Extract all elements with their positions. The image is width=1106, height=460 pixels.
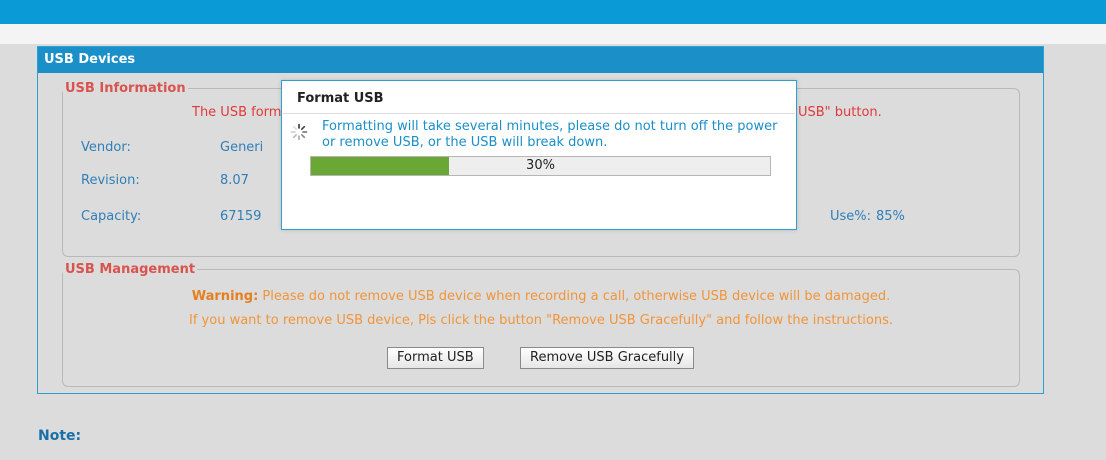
revision-value: 8.07 xyxy=(220,173,249,188)
use-percent-label: Use%: xyxy=(830,209,872,224)
capacity-label: Capacity: xyxy=(81,209,142,224)
usb-management-group: USB Management Warning: Please do not re… xyxy=(62,262,1020,387)
format-usb-dialog: Format USB Formatting will take several … xyxy=(281,80,797,230)
vendor-label: Vendor: xyxy=(81,140,131,155)
use-percent-value: 85% xyxy=(876,209,905,224)
panel-title: USB Devices xyxy=(38,47,1043,73)
dialog-title: Format USB xyxy=(297,91,384,106)
loading-spinner-icon xyxy=(290,123,308,141)
usb-remove-instruction: If you want to remove USB device, Pls cl… xyxy=(189,313,893,328)
page: USB Devices USB Information The USB form… xyxy=(0,0,1106,460)
usb-information-legend: USB Information xyxy=(65,81,186,96)
usb-format-message-right: USB" button. xyxy=(798,105,882,120)
progress-percent: 30% xyxy=(526,158,555,173)
dialog-message: Formatting will take several minutes, pl… xyxy=(322,119,778,150)
usb-warning-text: Please do not remove USB device when rec… xyxy=(258,289,891,304)
top-banner xyxy=(0,0,1106,24)
usb-warning: Warning: Please do not remove USB device… xyxy=(63,289,1019,304)
format-usb-button[interactable]: Format USB xyxy=(387,347,484,369)
usb-management-legend: USB Management xyxy=(65,262,196,277)
remove-usb-gracefully-button[interactable]: Remove USB Gracefully xyxy=(520,347,694,369)
banner-strip xyxy=(0,24,1106,44)
usb-warning-label: Warning: xyxy=(191,289,259,304)
usb-format-message-left: The USB form xyxy=(192,105,282,120)
dialog-divider xyxy=(283,113,795,114)
format-progress-bar: 30% xyxy=(310,156,771,176)
revision-label: Revision: xyxy=(81,173,140,188)
note-label: Note: xyxy=(38,428,82,444)
vendor-value: Generi xyxy=(220,140,264,155)
capacity-value: 67159 xyxy=(220,209,262,224)
